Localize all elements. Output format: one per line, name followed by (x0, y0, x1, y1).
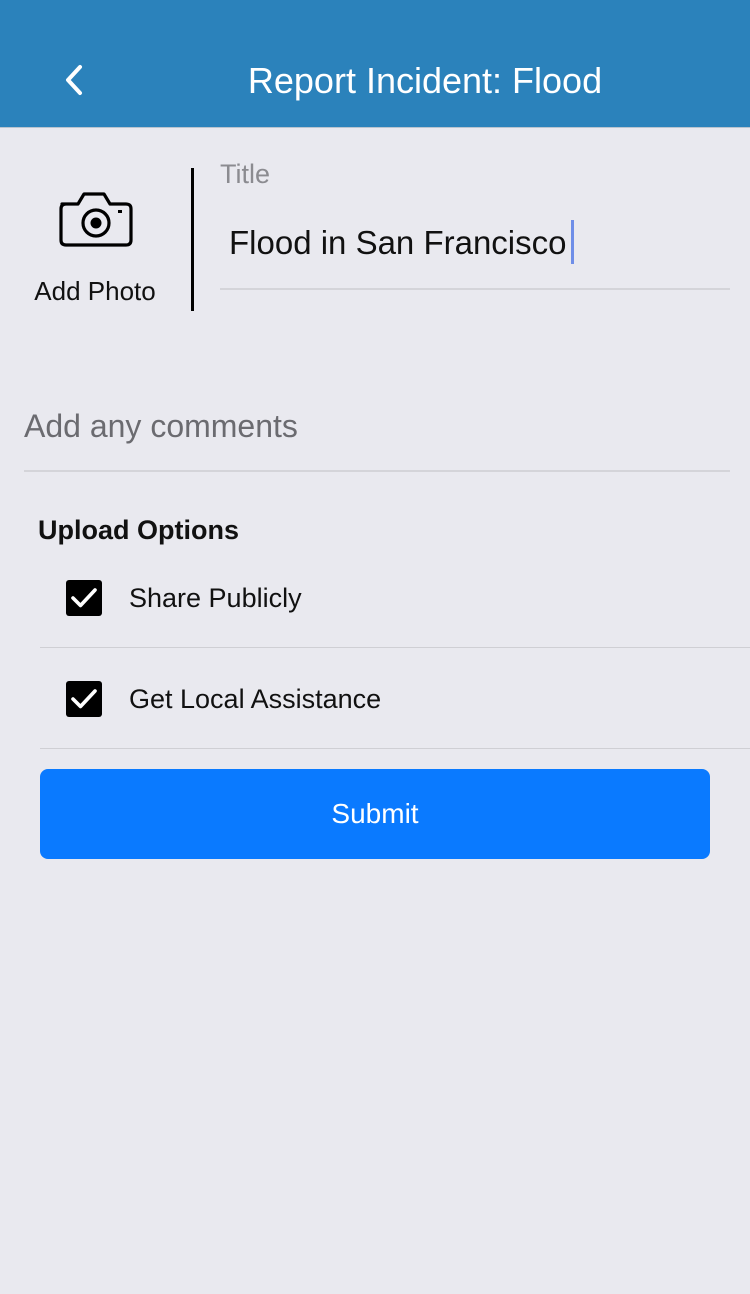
option-get-local-assistance[interactable]: Get Local Assistance (40, 649, 750, 749)
checkmark-icon (71, 689, 97, 709)
share-publicly-checkbox[interactable] (66, 580, 102, 616)
title-input[interactable] (220, 215, 730, 271)
title-field-label: Title (220, 159, 271, 189)
submit-button[interactable]: Submit (40, 769, 710, 859)
comments-field-underline (24, 470, 730, 472)
divider (40, 647, 750, 648)
option-share-publicly[interactable]: Share Publicly (40, 548, 750, 648)
comments-input[interactable] (24, 400, 730, 452)
camera-icon (59, 192, 133, 247)
add-photo-label: Add Photo (34, 276, 156, 306)
back-button[interactable] (52, 54, 96, 106)
navigation-bar: Report Incident: Flood (0, 0, 750, 128)
upload-options-heading: Upload Options (38, 515, 239, 545)
page-title: Report Incident: Flood (247, 60, 603, 101)
add-photo-button[interactable]: Add Photo (20, 180, 170, 315)
text-cursor (571, 220, 574, 264)
title-field-underline (220, 288, 730, 290)
share-publicly-label: Share Publicly (129, 583, 302, 613)
get-local-assistance-checkbox[interactable] (66, 681, 102, 717)
checkmark-icon (71, 588, 97, 608)
divider (40, 748, 750, 749)
get-local-assistance-label: Get Local Assistance (129, 684, 382, 714)
vertical-divider (191, 168, 194, 311)
chevron-left-icon (66, 65, 82, 95)
